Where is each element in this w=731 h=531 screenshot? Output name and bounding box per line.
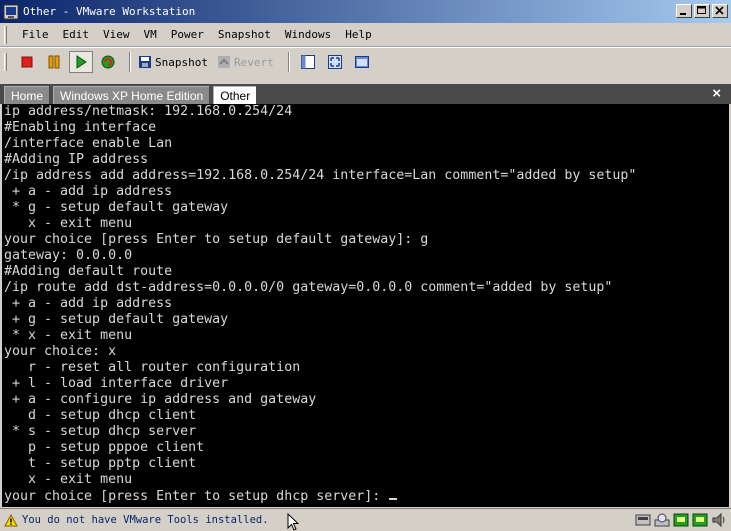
close-icon [715, 6, 724, 15]
console-line: /ip address add address=192.168.0.254/24… [4, 168, 637, 183]
toolbar-separator [129, 52, 131, 72]
tab-other[interactable]: Other [213, 86, 257, 104]
snapshot-icon [139, 56, 151, 68]
console-line: your choice: x [4, 344, 117, 359]
menu-snapshot[interactable]: Snapshot [211, 28, 278, 41]
console-line: x - exit menu [4, 216, 133, 231]
toolbar: Snapshot Revert [0, 47, 731, 76]
console-line: x - exit menu [4, 472, 133, 487]
status-message: You do not have VMware Tools installed. [22, 514, 269, 526]
toolbar-separator [287, 52, 290, 72]
minimize-icon [680, 13, 686, 15]
tab-home[interactable]: Home [4, 86, 50, 104]
menu-view[interactable]: View [96, 28, 137, 41]
minimize-button[interactable] [676, 4, 692, 18]
close-button[interactable] [712, 4, 728, 18]
revert-button[interactable]: Revert [216, 54, 282, 70]
play-icon [76, 55, 87, 69]
snapshot-button[interactable]: Snapshot [137, 54, 216, 70]
cdrom-icon [654, 513, 669, 526]
full-screen-button[interactable] [323, 51, 347, 73]
pause-icon [48, 55, 60, 69]
reset-icon [101, 55, 115, 69]
console-line: + g - setup default gateway [4, 312, 229, 327]
console-line: p - setup pppoe client [4, 440, 205, 455]
sidebar-toggle-button[interactable] [296, 51, 320, 73]
status-bar: You do not have VMware Tools installed. [0, 508, 731, 531]
console-line: /interface enable Lan [4, 136, 173, 151]
floppy-icon [635, 514, 650, 526]
menubar-grip[interactable] [4, 25, 7, 44]
tab-windows-xp-home-edition[interactable]: Windows XP Home Edition [53, 86, 210, 104]
quick-switch-icon [354, 56, 369, 68]
console-line: /ip route add dst-address=0.0.0.0/0 gate… [4, 280, 613, 295]
console-line: your choice [press Enter to setup defaul… [4, 232, 429, 247]
console-line: #Enabling interface [4, 120, 157, 135]
menu-help[interactable]: Help [338, 28, 379, 41]
power-on-button[interactable] [69, 51, 93, 73]
full-screen-icon [327, 55, 342, 69]
console-line: + l - load interface driver [4, 376, 229, 391]
suspend-button[interactable] [42, 51, 66, 73]
console-line: * x - exit menu [4, 328, 133, 343]
vmware-app-icon [3, 4, 19, 20]
warning-icon [4, 513, 18, 526]
menu-vm[interactable]: VM [137, 28, 164, 41]
console-line: #Adding default route [4, 264, 173, 279]
snapshot-label: Snapshot [155, 55, 208, 69]
console-line: #Adding IP address [4, 152, 149, 167]
toolbar-grip[interactable] [4, 53, 7, 71]
maximize-icon [697, 6, 706, 14]
console-line: + a - configure ip address and gateway [4, 392, 317, 407]
network-icon [673, 513, 688, 526]
console-line: d - setup dhcp client [4, 408, 197, 423]
floppy-device-button[interactable] [634, 512, 651, 527]
revert-icon [217, 56, 230, 68]
tools-warning[interactable]: You do not have VMware Tools installed. [4, 513, 269, 527]
cdrom-device-button[interactable] [653, 512, 670, 527]
close-tab-icon[interactable]: × [712, 85, 721, 102]
console-prompt-line: your choice [press Enter to setup dhcp s… [4, 488, 729, 504]
menu-windows[interactable]: Windows [278, 28, 338, 41]
console-prompt: your choice [press Enter to setup dhcp s… [4, 489, 389, 504]
network-device-button-1[interactable] [672, 512, 689, 527]
sidebar-icon [300, 55, 315, 69]
tab-strip: Home Windows XP Home Edition Other × [0, 82, 731, 104]
console-line: + a - add ip address [4, 184, 173, 199]
mouse-pointer-icon [287, 513, 299, 531]
sound-icon [712, 512, 724, 527]
reset-button[interactable] [96, 51, 120, 73]
title-bar: Other - VMware Workstation [0, 0, 731, 23]
console-line: + a - add ip address [4, 296, 173, 311]
menu-file[interactable]: File [15, 28, 56, 41]
console-line: * s - setup dhcp server [4, 424, 197, 439]
network-device-button-2[interactable] [691, 512, 708, 527]
console-line: * g - setup default gateway [4, 200, 229, 215]
network-icon [692, 513, 707, 526]
console-line: ip address/netmask: 192.168.0.254/24 [4, 104, 293, 119]
console-line: r - reset all router configuration [4, 360, 301, 375]
console-line: gateway: 0.0.0.0 [4, 248, 133, 263]
maximize-button[interactable] [694, 4, 710, 18]
power-off-button[interactable] [15, 51, 39, 73]
console-line: t - setup pptp client [4, 456, 197, 471]
menu-edit[interactable]: Edit [56, 28, 97, 41]
text-cursor [389, 488, 398, 500]
quick-switch-button[interactable] [350, 51, 374, 73]
menu-power[interactable]: Power [164, 28, 211, 41]
sound-device-button[interactable] [710, 512, 727, 527]
stop-icon [21, 56, 33, 68]
menu-bar: File Edit View VM Power Snapshot Windows… [0, 23, 731, 47]
revert-label: Revert [233, 55, 274, 69]
window-title: Other - VMware Workstation [23, 5, 196, 18]
vm-console[interactable]: ip address/netmask: 192.168.0.254/24 #En… [2, 104, 729, 507]
